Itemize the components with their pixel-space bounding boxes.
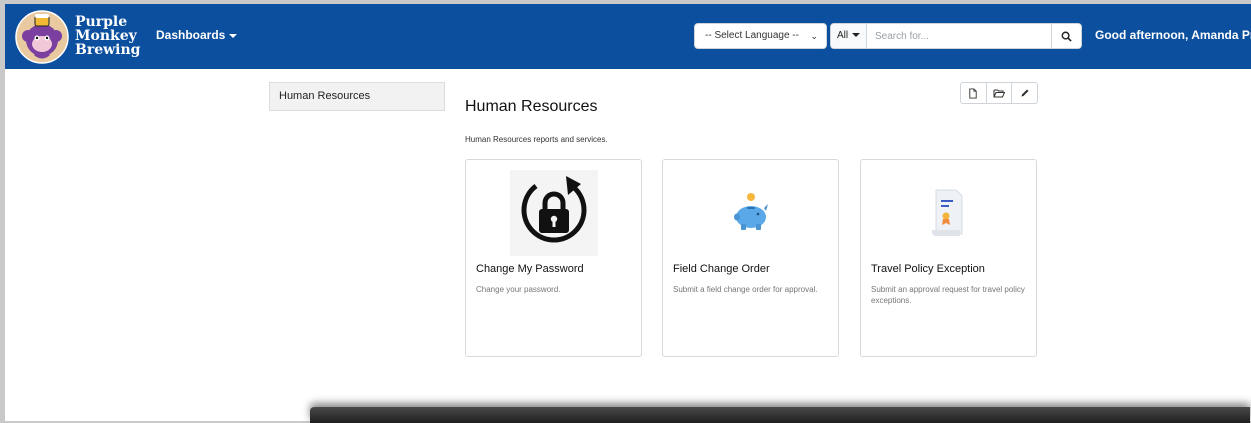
monkey-logo-icon: [15, 10, 69, 64]
card-title: Field Change Order: [673, 263, 770, 275]
language-select-value: -- Select Language --: [705, 30, 799, 41]
card-field-change-order[interactable]: Field Change Order Submit a field change…: [662, 159, 839, 357]
lock-refresh-icon: [521, 176, 587, 243]
user-greeting[interactable]: Good afternoon, Amanda Price: [1095, 28, 1251, 42]
brand-name-line-1: Purple: [75, 14, 128, 30]
search-group: All: [830, 23, 1082, 49]
page-description: Human Resources reports and services.: [465, 135, 608, 144]
new-document-icon: [969, 87, 977, 99]
caret-down-icon: [852, 33, 861, 38]
edit-pencil-icon: [1021, 89, 1029, 97]
card-image: [510, 170, 598, 256]
search-button[interactable]: [1051, 24, 1081, 48]
edit-button[interactable]: [1012, 83, 1037, 103]
page-title: Human Resources: [465, 98, 598, 115]
language-select[interactable]: -- Select Language -- ⌄: [694, 23, 827, 49]
brand-name-line-2: Monkey: [75, 28, 137, 44]
certificate-document-icon: [932, 189, 963, 236]
dashboards-menu[interactable]: Dashboards: [156, 28, 238, 42]
search-icon: [1061, 31, 1072, 42]
card-image: [707, 170, 795, 256]
piggy-bank-icon: [734, 193, 768, 230]
search-scope-dropdown[interactable]: All: [831, 24, 867, 48]
sidebar-item-label: Human Resources: [279, 90, 371, 102]
brand-logo[interactable]: Purple Monkey Brewing: [15, 10, 145, 64]
sidebar-item-human-resources[interactable]: Human Resources: [269, 82, 445, 111]
card-title: Travel Policy Exception: [871, 263, 985, 275]
open-folder-button[interactable]: [987, 83, 1013, 103]
new-document-button[interactable]: [961, 83, 987, 103]
card-description: Submit a field change order for approval…: [673, 285, 818, 294]
brand-name-line-3: Brewing: [75, 42, 141, 58]
page-toolbar: [960, 82, 1038, 104]
search-input[interactable]: [869, 24, 1049, 48]
open-folder-icon: [993, 89, 1005, 98]
caret-down-icon: [229, 33, 238, 38]
dashboards-menu-label: Dashboards: [156, 28, 226, 42]
card-title: Change My Password: [476, 263, 584, 275]
top-navbar: Purple Monkey Brewing Dashboards -- Sele…: [5, 4, 1251, 69]
app-window: Purple Monkey Brewing Dashboards -- Sele…: [5, 4, 1251, 421]
card-description: Submit an approval request for travel po…: [871, 285, 1025, 305]
chevron-down-icon: ⌄: [810, 31, 818, 41]
card-change-my-password[interactable]: Change My Password Change your password.: [465, 159, 642, 357]
card-image: [905, 170, 993, 256]
card-description: Change your password.: [476, 285, 561, 294]
search-scope-label: All: [836, 30, 849, 41]
brand-name: Purple Monkey Brewing: [75, 15, 140, 57]
card-travel-policy-exception[interactable]: Travel Policy Exception Submit an approv…: [860, 159, 1037, 357]
